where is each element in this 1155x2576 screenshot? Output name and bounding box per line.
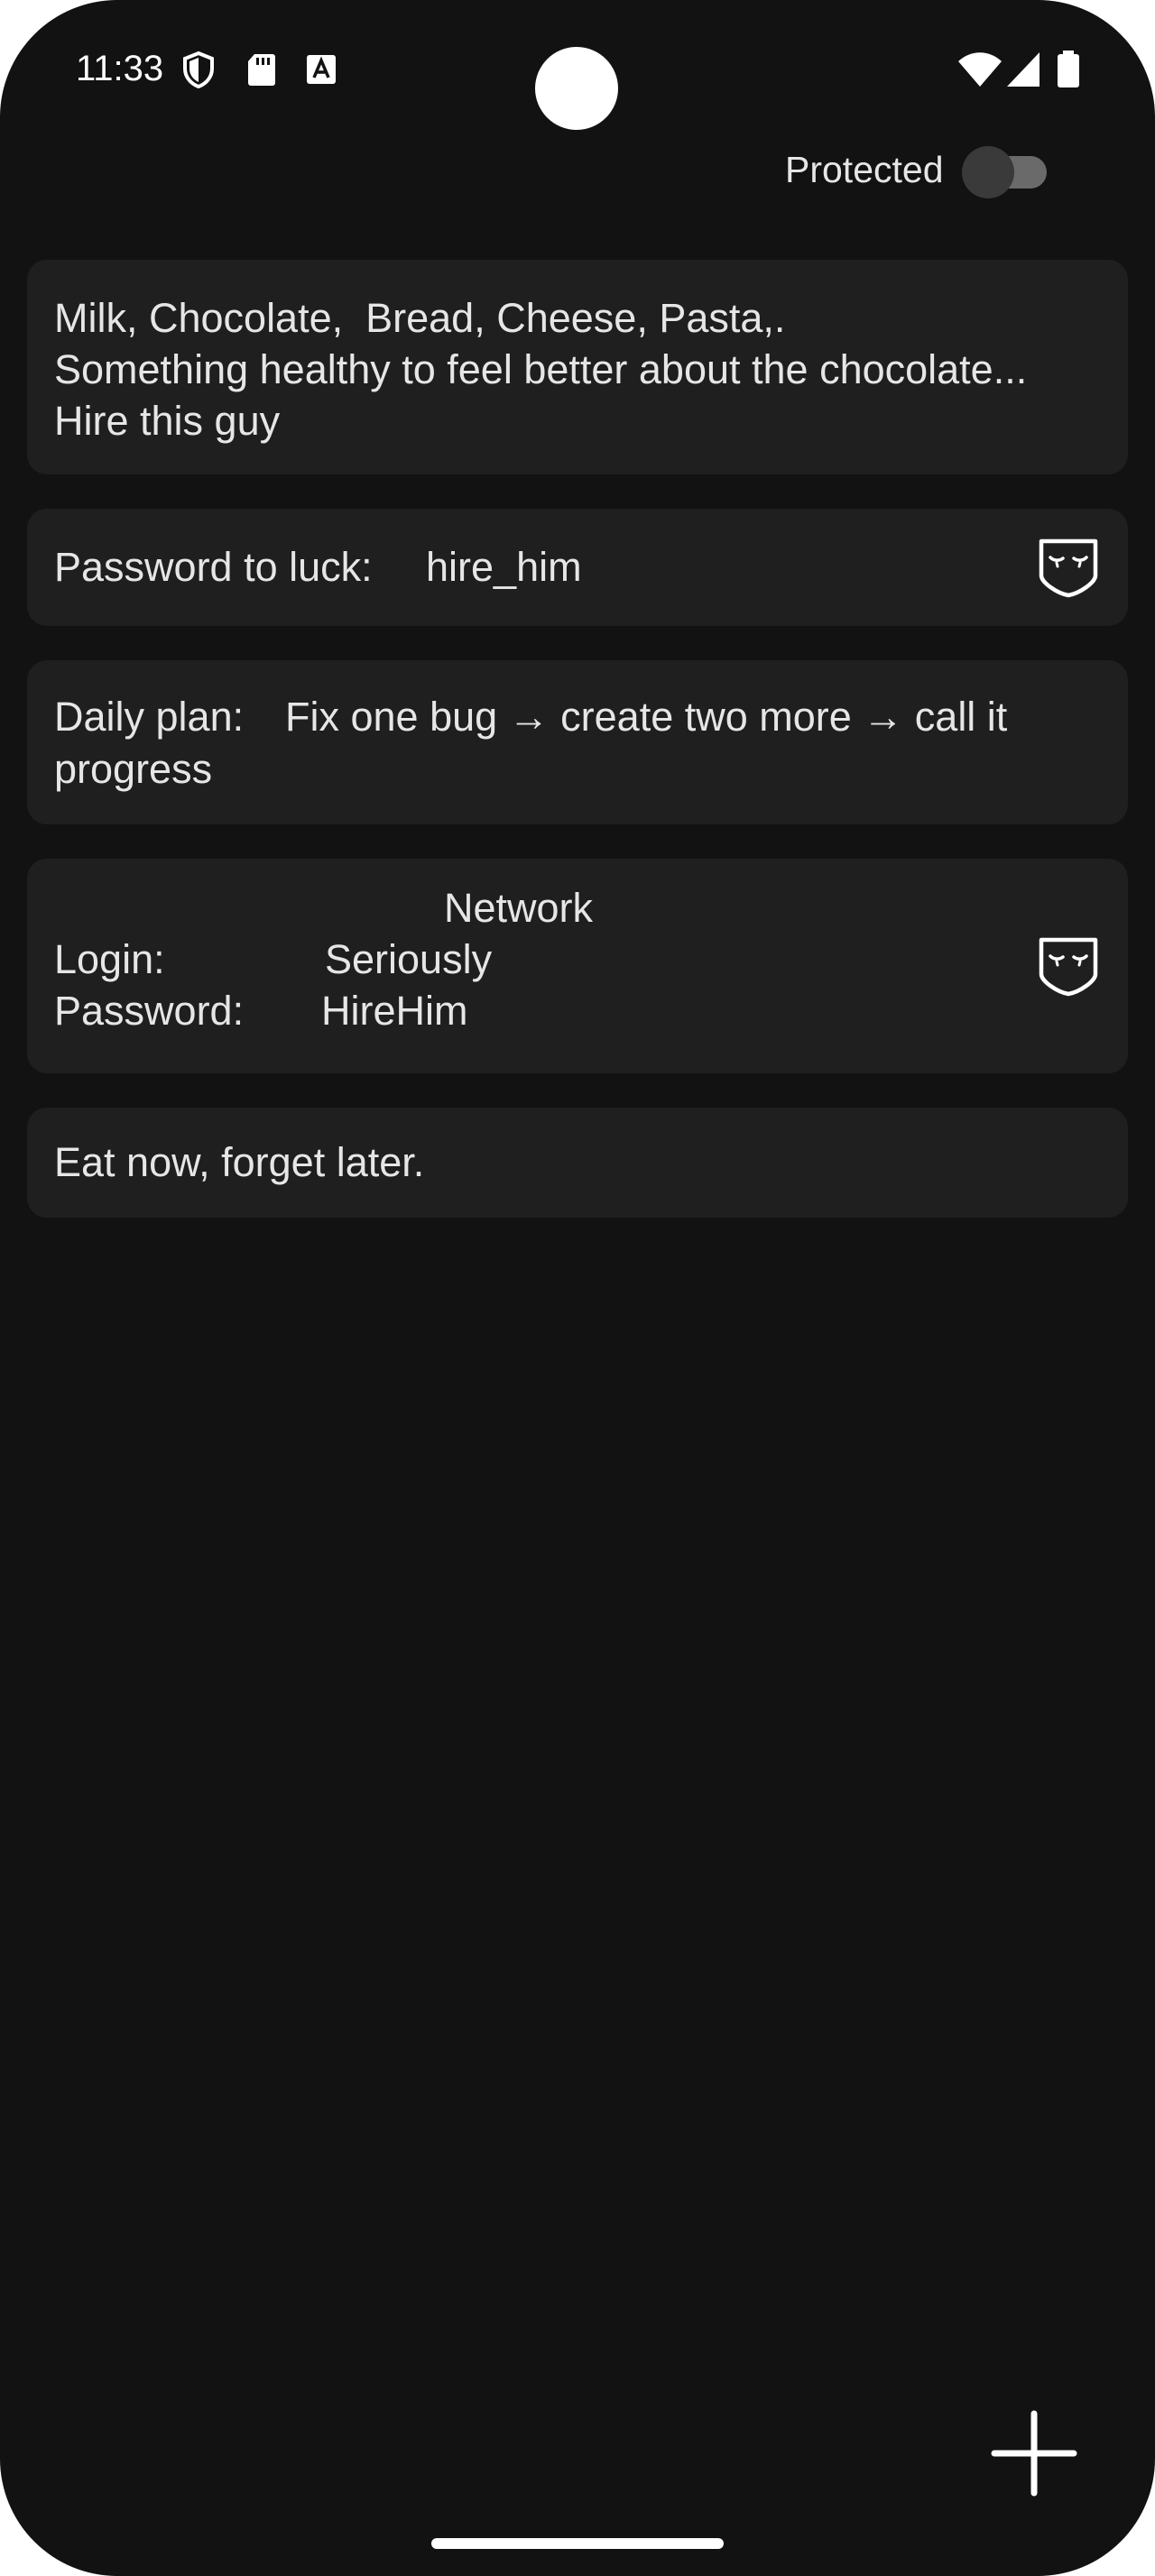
mask-icon[interactable] bbox=[1036, 534, 1101, 599]
front-camera bbox=[535, 47, 618, 130]
login-value: Seriously bbox=[325, 936, 493, 982]
note-card-eat-now[interactable]: Eat now, forget later. bbox=[27, 1108, 1128, 1218]
note-line: Something healthy to feel better about t… bbox=[54, 346, 1028, 392]
note-line: Hire this guy bbox=[54, 398, 281, 444]
cellular-signal-icon bbox=[1007, 52, 1040, 87]
note-card-network[interactable]: Network Login: Seriously Password: HireH… bbox=[27, 859, 1128, 1073]
app-screen: 11:33 Protected Milk, Chocolate, Bread, … bbox=[0, 0, 1155, 2576]
vpn-shield-icon bbox=[183, 51, 214, 88]
add-note-button[interactable] bbox=[989, 2408, 1079, 2498]
note-label: Daily plan: bbox=[54, 694, 245, 740]
login-label: Login: bbox=[54, 936, 165, 982]
note-label: Password to luck: bbox=[54, 544, 373, 590]
note-card-daily-plan[interactable]: Daily plan: Fix one bug → create two mor… bbox=[27, 660, 1128, 824]
note-card-password-luck[interactable]: Password to luck: hire_him bbox=[27, 509, 1128, 626]
password-value: HireHim bbox=[321, 988, 468, 1034]
note-line: progress bbox=[54, 746, 213, 792]
note-title: Network bbox=[444, 885, 594, 931]
protected-toggle[interactable] bbox=[962, 143, 1047, 198]
battery-icon bbox=[1058, 51, 1079, 87]
note-line: Fix one bug → create two more → call it bbox=[285, 694, 1008, 740]
mask-icon[interactable] bbox=[1036, 933, 1101, 998]
home-indicator[interactable] bbox=[431, 2538, 724, 2549]
note-card-shopping[interactable]: Milk, Chocolate, Bread, Cheese, Pasta,. … bbox=[27, 260, 1128, 474]
note-line: Milk, Chocolate, Bread, Cheese, Pasta,. bbox=[54, 295, 786, 341]
status-bar: 11:33 bbox=[0, 0, 1155, 135]
note-value: hire_him bbox=[426, 544, 582, 590]
sd-card-icon bbox=[248, 54, 275, 86]
protected-label: Protected bbox=[785, 149, 944, 190]
wifi-icon bbox=[958, 52, 1002, 87]
keyboard-a-icon bbox=[307, 55, 336, 84]
status-time: 11:33 bbox=[76, 49, 164, 88]
note-text: Eat now, forget later. bbox=[54, 1139, 425, 1185]
password-label: Password: bbox=[54, 988, 245, 1034]
plus-icon bbox=[991, 2410, 1077, 2497]
toggle-thumb bbox=[962, 146, 1014, 198]
